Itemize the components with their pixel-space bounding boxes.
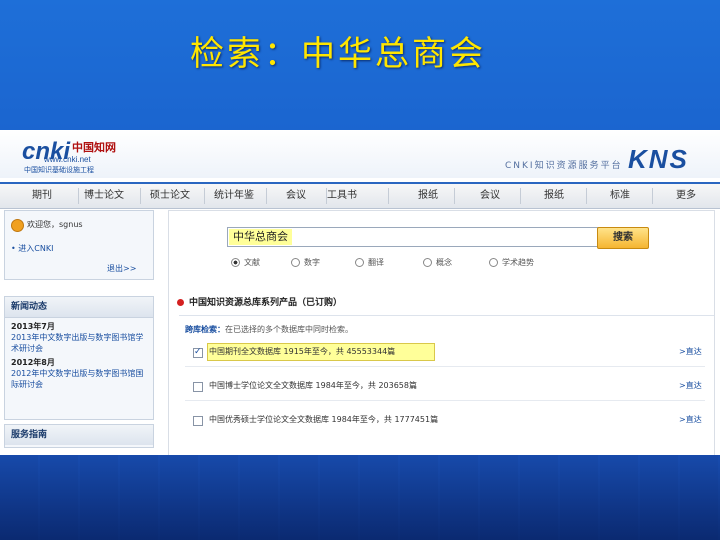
service-panel[interactable]: 服务指南 [4, 424, 154, 448]
db-name: 中国博士学位论文全文数据库 1984年至今，共 203658篇 [209, 381, 417, 390]
cross-db-label: 跨库检索： [185, 325, 225, 334]
news-item[interactable]: 2013年7月 2013年中文数字出版与数字图书馆学术研讨会 [5, 321, 153, 354]
nav-item[interactable]: 报纸 [524, 184, 584, 208]
nav-item[interactable]: 硕士论文 [140, 184, 200, 208]
radio-translate[interactable]: 翻译 [355, 257, 384, 268]
nav-divider [454, 188, 455, 204]
news-panel-title: 新闻动态 [5, 297, 153, 318]
row-divider [185, 366, 705, 367]
radio-dot [423, 258, 432, 267]
nav-item[interactable]: 会议 [460, 184, 520, 208]
search-panel: 中华总商会 搜索 文献 数字 翻译 概念 学术趋势 中国知识资源总库系列产品（已… [168, 210, 715, 455]
slide-title: 检索：中华总商会 [190, 34, 486, 74]
news-item[interactable]: 2012年8月 2012年中文数字出版与数字图书馆国际研讨会 [5, 357, 153, 390]
logo-cn-text: 中国知网 [72, 141, 116, 154]
section-title: 中国知识资源总库系列产品（已订购） [177, 295, 707, 311]
cnki-screenshot: cnki 中国知网 www.cnki.net 中国知识基础设施工程 CNKI知识… [0, 130, 720, 455]
nav-item[interactable]: 统计年鉴 [204, 184, 264, 208]
kns-logo: KNS [628, 144, 689, 174]
db-checkbox[interactable] [193, 382, 203, 392]
radio-number[interactable]: 数字 [291, 257, 320, 268]
site-header: cnki 中国知网 www.cnki.net 中国知识基础设施工程 CNKI知识… [0, 130, 720, 178]
cross-db-hint: 跨库检索：在已选择的多个数据库中同时检索。 [185, 325, 353, 334]
radio-trend[interactable]: 学术趋势 [489, 257, 534, 268]
row-divider [185, 400, 705, 401]
nav-divider [388, 188, 389, 204]
db-checkbox[interactable] [193, 416, 203, 426]
database-row[interactable]: 中国博士学位论文全文数据库 1984年至今，共 203658篇 >直达 [185, 376, 705, 396]
news-date: 2013年7月 [11, 322, 55, 331]
radio-literature[interactable]: 文献 [231, 257, 260, 268]
nav-item[interactable]: 更多 [656, 184, 716, 208]
database-row[interactable]: 中国期刊全文数据库 1915年至今，共 45553344篇 >直达 [185, 342, 705, 362]
nav-item[interactable]: 报纸 [398, 184, 458, 208]
enter-cnki-link[interactable]: • 进入CNKI [11, 243, 53, 254]
search-query: 中华总商会 [229, 229, 292, 245]
radio-concept[interactable]: 概念 [423, 257, 452, 268]
search-input[interactable]: 中华总商会 [227, 227, 599, 247]
platform-tagline: CNKI知识资源服务平台 [505, 161, 623, 171]
database-row[interactable]: 中国优秀硕士学位论文全文数据库 1984年至今，共 1777451篇 >直达 [185, 410, 705, 430]
news-link[interactable]: 2012年中文数字出版与数字图书馆国际研讨会 [11, 368, 147, 390]
nav-divider [520, 188, 521, 204]
nav-divider [586, 188, 587, 204]
news-date: 2012年8月 [11, 358, 55, 367]
nav-item[interactable]: 期刊 [12, 184, 72, 208]
main-nav: 期刊 博士论文 硕士论文 统计年鉴 会议 工具书 报纸 会议 报纸 标准 更多 [0, 182, 720, 209]
service-panel-title: 服务指南 [5, 425, 153, 445]
slide-bottom-overlay [0, 455, 720, 540]
logo-url: www.cnki.net [44, 155, 91, 164]
news-panel: 新闻动态 2013年7月 2013年中文数字出版与数字图书馆学术研讨会 2012… [4, 296, 154, 420]
nav-divider [652, 188, 653, 204]
db-direct-link[interactable]: >直达 [679, 376, 702, 396]
logo-subtitle: 中国知识基础设施工程 [24, 166, 94, 174]
radio-dot [489, 258, 498, 267]
news-link[interactable]: 2013年中文数字出版与数字图书馆学术研讨会 [11, 332, 147, 354]
radio-dot [231, 258, 240, 267]
db-checkbox[interactable] [193, 342, 203, 362]
user-smile-icon [11, 219, 24, 232]
db-direct-link[interactable]: >直达 [679, 342, 702, 362]
radio-dot [291, 258, 300, 267]
nav-item[interactable]: 博士论文 [74, 184, 134, 208]
welcome-text: 欢迎您，sgnus [27, 220, 83, 229]
database-list: 跨库检索：在已选择的多个数据库中同时检索。 中国期刊全文数据库 1915年至今，… [179, 315, 714, 455]
db-name: 中国期刊全文数据库 1915年至今，共 45553344篇 [209, 347, 396, 356]
nav-item[interactable]: 标准 [590, 184, 650, 208]
user-panel: 欢迎您，sgnus • 进入CNKI 退出>> [4, 210, 154, 280]
search-type-options: 文献 数字 翻译 概念 学术趋势 [231, 257, 651, 271]
cnki-logo[interactable]: cnki 中国知网 www.cnki.net 中国知识基础设施工程 [22, 138, 122, 174]
db-direct-link[interactable]: >直达 [679, 410, 702, 430]
sidebar: 欢迎您，sgnus • 进入CNKI 退出>> 新闻动态 2013年7月 201… [4, 210, 154, 455]
red-bullet-icon [177, 299, 184, 306]
search-button[interactable]: 搜索 [597, 227, 649, 249]
nav-item[interactable]: 工具书 [312, 184, 372, 208]
radio-dot [355, 258, 364, 267]
logout-link[interactable]: 退出>> [107, 263, 136, 274]
db-name: 中国优秀硕士学位论文全文数据库 1984年至今，共 1777451篇 [209, 415, 439, 424]
